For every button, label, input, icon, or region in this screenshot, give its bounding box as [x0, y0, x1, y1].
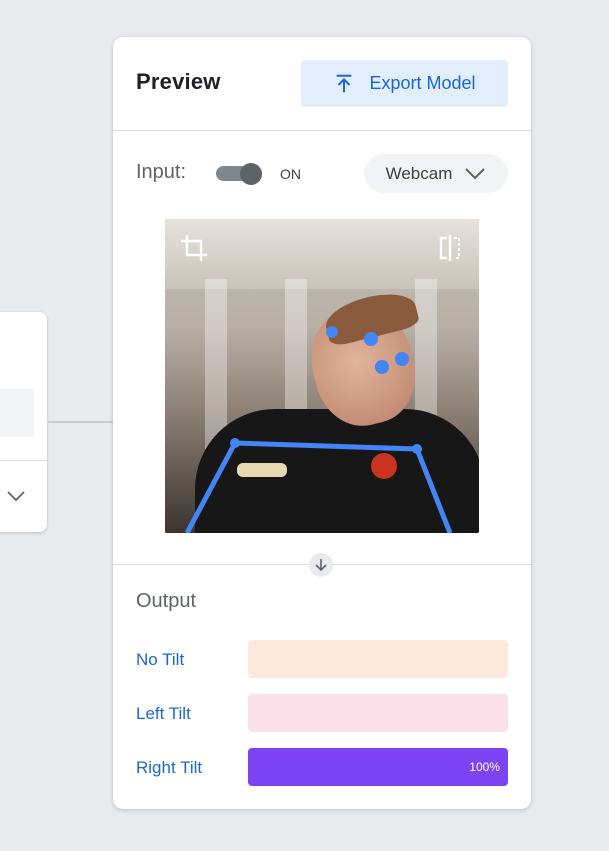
export-model-label: Export Model	[369, 73, 476, 93]
pose-keypoints-overlay	[184, 326, 453, 533]
crop-icon[interactable]	[179, 233, 209, 263]
class-label: Left Tilt	[136, 704, 191, 723]
class-label: Right Tilt	[136, 758, 203, 777]
confidence-value: 100%	[469, 760, 500, 774]
chevron-down-icon	[465, 167, 486, 179]
export-upload-icon	[337, 74, 352, 92]
header-divider	[113, 130, 531, 131]
flip-icon[interactable]	[435, 233, 465, 263]
arrow-down-icon	[309, 553, 333, 577]
export-model-button[interactable]: Export Model	[301, 60, 508, 107]
output-title: Output	[136, 590, 197, 612]
input-source-dropdown[interactable]: Webcam	[364, 154, 508, 193]
input-toggle[interactable]	[216, 163, 264, 185]
preview-panel: Preview Export Model Input: ON Webcam Ou…	[113, 37, 531, 809]
panel-title: Preview	[136, 69, 221, 94]
confidence-bar: 100%	[248, 748, 508, 786]
class-output-row: No Tilt	[136, 640, 508, 678]
confidence-bar	[248, 694, 508, 732]
chevron-down-icon[interactable]	[4, 484, 28, 508]
class-output-row: Left Tilt	[136, 694, 508, 732]
webcam-preview	[165, 219, 479, 533]
card-divider	[0, 460, 47, 461]
class-output-row: Right Tilt 100%	[136, 748, 508, 786]
class-label: No Tilt	[136, 650, 185, 669]
previous-step-card	[0, 312, 47, 532]
confidence-bar	[248, 640, 508, 678]
previous-step-field[interactable]	[0, 389, 34, 437]
input-source-label: Webcam	[385, 163, 453, 183]
connector-line	[47, 421, 113, 423]
toggle-state-label: ON	[280, 166, 301, 182]
input-label: Input:	[136, 161, 187, 183]
